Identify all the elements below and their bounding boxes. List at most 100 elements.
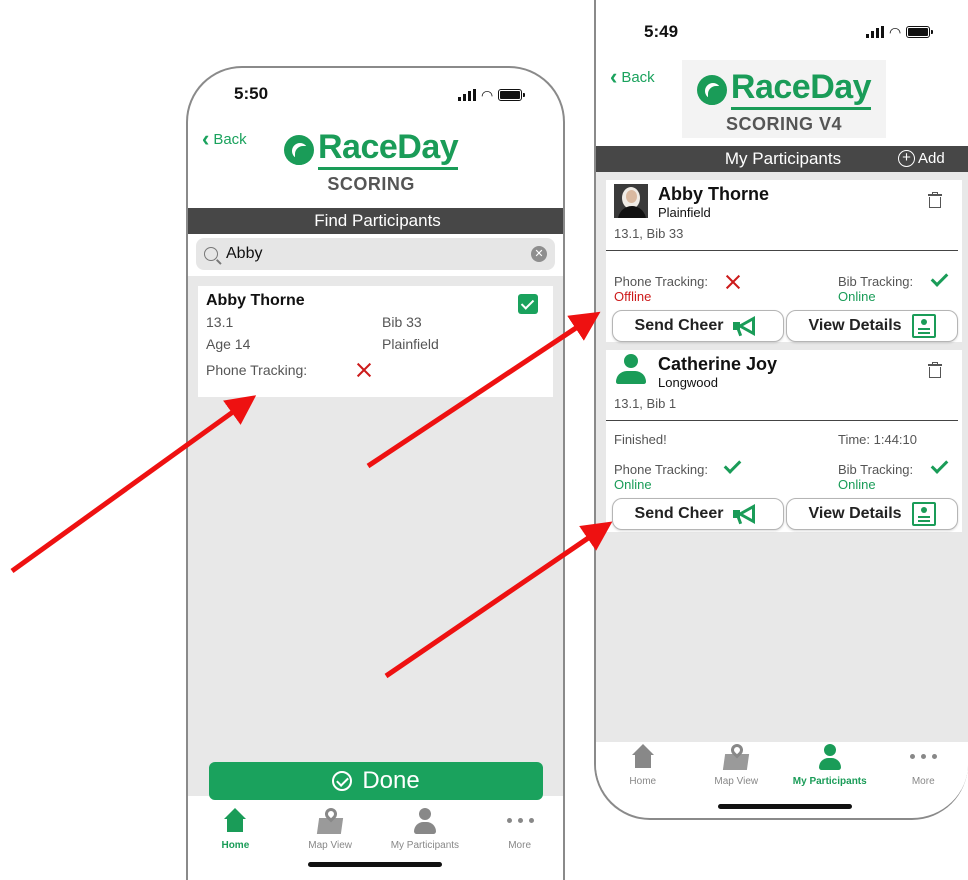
person-avatar-icon — [614, 354, 648, 388]
tab-map-view-label: Map View — [714, 776, 759, 787]
participant-result-card[interactable]: Abby Thorne 13.1 Bib 33 Age 14 Plainfiel… — [198, 286, 553, 397]
status-time: 5:49 — [644, 22, 679, 41]
done-button[interactable]: Done — [209, 762, 543, 800]
tab-map-view[interactable]: Map View — [690, 741, 784, 790]
send-cheer-button[interactable]: Send Cheer — [612, 310, 784, 342]
tab-bar: Home Map View My Participants More — [596, 741, 968, 790]
map-icon — [316, 805, 344, 836]
done-label: Done — [362, 767, 420, 794]
trash-icon[interactable] — [928, 362, 942, 378]
send-cheer-button[interactable]: Send Cheer — [612, 498, 784, 530]
back-label: Back — [213, 130, 247, 148]
tab-map-view[interactable]: Map View — [283, 805, 378, 854]
bib-tracking-on-icon — [930, 456, 949, 474]
phone-find-participants: 5:50 ◠ ‹ Back RaceDay SCORING Find Parti… — [186, 66, 565, 880]
participant-location: Longwood — [658, 375, 718, 390]
view-details-button[interactable]: View Details — [786, 310, 958, 342]
more-dots-icon — [506, 808, 534, 836]
tab-home-label: Home — [221, 840, 250, 851]
participant-location: Plainfield — [382, 336, 439, 352]
add-participant-button[interactable]: + Add — [898, 150, 945, 167]
participant-location: Plainfield — [658, 205, 711, 220]
logo-underline — [730, 107, 872, 110]
send-cheer-label: Send Cheer — [634, 505, 724, 522]
id-card-icon — [911, 502, 936, 526]
person-icon — [816, 744, 844, 772]
add-label: Add — [918, 150, 945, 167]
tab-home-label: Home — [629, 776, 657, 787]
home-indicator — [718, 804, 852, 809]
tab-bar: Home Map View My Participants More — [188, 805, 563, 854]
race-info: 13.1, Bib 1 — [614, 396, 677, 411]
participant-name: Abby Thorne — [658, 184, 769, 204]
signal-icon — [866, 26, 884, 38]
wifi-icon: ◠ — [481, 87, 494, 103]
trash-icon[interactable] — [928, 192, 942, 208]
map-icon — [722, 741, 750, 772]
chevron-left-icon: ‹ — [610, 64, 618, 89]
home-icon — [221, 808, 249, 836]
id-card-icon — [911, 314, 936, 338]
tab-more[interactable]: More — [472, 808, 563, 854]
home-icon — [629, 744, 657, 772]
phone-tracking-status: Online — [614, 477, 652, 492]
phone-tracking-off-icon — [725, 274, 741, 290]
logo-underline — [318, 167, 459, 170]
tab-home[interactable]: Home — [188, 808, 283, 854]
logo-text: RaceDay — [730, 68, 872, 106]
plus-circle-icon: + — [898, 150, 915, 167]
race-info: 13.1, Bib 33 — [614, 226, 684, 241]
search-input[interactable]: Abby ✕ — [196, 238, 555, 270]
participant-bib: Bib 33 — [382, 314, 422, 330]
raceday-logo: RaceDay SCORING V4 — [682, 60, 886, 138]
logo-subtitle: SCORING V4 — [725, 114, 843, 134]
participant-photo — [614, 184, 648, 218]
more-dots-icon — [909, 744, 938, 772]
select-checkbox[interactable] — [518, 294, 538, 314]
phone-tracking-on-icon — [723, 456, 742, 474]
bib-tracking-on-icon — [930, 269, 949, 287]
participant-age: Age 14 — [206, 336, 251, 352]
back-button[interactable]: ‹ Back — [202, 128, 247, 150]
home-indicator — [308, 862, 442, 867]
status-icons: ◠ — [866, 25, 934, 39]
raceday-logo: RaceDay SCORING — [284, 128, 459, 195]
bib-tracking-label: Bib Tracking: — [838, 462, 914, 477]
view-details-button[interactable]: View Details — [786, 498, 958, 530]
participant-name: Abby Thorne — [206, 292, 305, 309]
tab-my-participants[interactable]: My Participants — [378, 808, 473, 854]
battery-icon — [906, 26, 934, 38]
battery-icon — [498, 89, 526, 101]
raceday-logo-mark — [284, 135, 314, 165]
tab-map-view-label: Map View — [308, 840, 352, 851]
back-label: Back — [621, 68, 655, 86]
chevron-left-icon: ‹ — [202, 126, 210, 151]
card-divider — [606, 420, 958, 421]
tab-more[interactable]: More — [877, 744, 968, 790]
participant-card: Abby Thorne Plainfield 13.1, Bib 33 Phon… — [606, 180, 962, 342]
search-value: Abby — [226, 245, 263, 262]
signal-icon — [458, 89, 476, 101]
bib-tracking-status: Online — [838, 289, 876, 304]
finish-time: Time: 1:44:10 — [838, 432, 918, 447]
section-header: Find Participants — [188, 208, 563, 234]
tab-home[interactable]: Home — [596, 744, 690, 790]
phone-tracking-status: Offline — [614, 289, 652, 304]
tab-my-participants-label: My Participants — [390, 840, 460, 851]
phone-my-participants: 5:49 ◠ ‹ Back RaceDay SCORING V4 My Part… — [594, 0, 968, 820]
logo-subtitle: SCORING — [327, 174, 415, 194]
participant-name: Catherine Joy — [658, 354, 778, 374]
phone-tracking-off-icon — [356, 362, 372, 378]
send-cheer-label: Send Cheer — [634, 317, 724, 334]
logo-text: RaceDay — [318, 128, 459, 166]
back-button[interactable]: ‹ Back — [610, 66, 655, 88]
clear-search-button[interactable]: ✕ — [531, 246, 547, 262]
tab-my-participants[interactable]: My Participants — [783, 744, 877, 790]
person-icon — [411, 808, 439, 836]
megaphone-icon — [733, 316, 761, 337]
bib-tracking-status: Online — [838, 477, 876, 492]
bib-tracking-label: Bib Tracking: — [838, 274, 914, 289]
phone-tracking-label: Phone Tracking: — [614, 462, 708, 477]
status-time: 5:50 — [234, 84, 269, 103]
tab-more-label: More — [508, 840, 532, 851]
